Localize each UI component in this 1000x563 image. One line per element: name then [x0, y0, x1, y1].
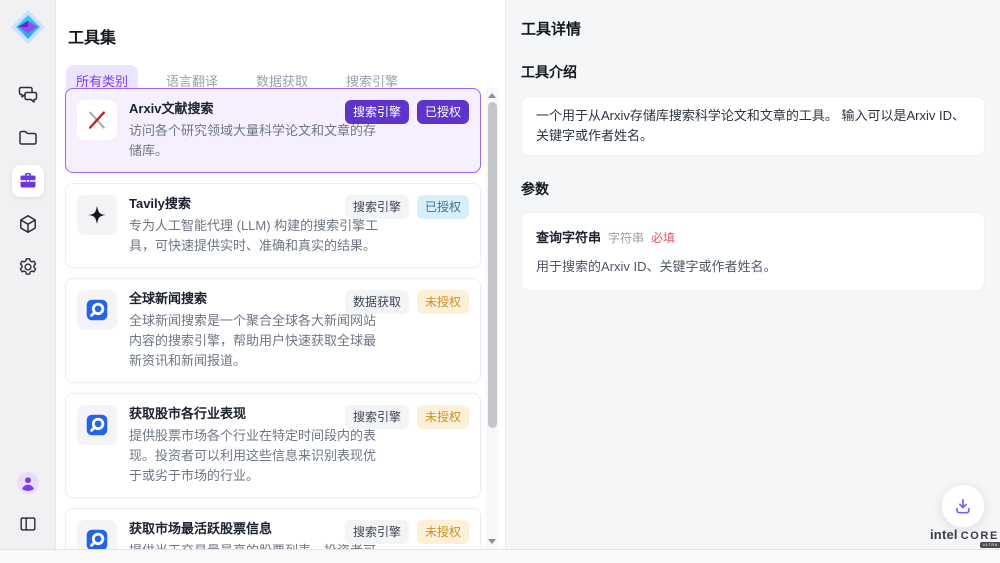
category-badge: 搜索引擎 — [345, 195, 409, 219]
auth-status-badge: 已授权 — [417, 100, 469, 124]
gear-icon — [17, 256, 39, 278]
param-name: 查询字符串 — [536, 227, 601, 246]
tool-list-panel: 工具集 所有类别 语言翻译 数据获取 搜索引擎 Arxiv文献搜索 访问各个研究… — [56, 0, 505, 549]
intel-core-logo: intel CORE ULTRA — [930, 527, 999, 542]
category-badge: 数据获取 — [345, 290, 409, 314]
folder-icon — [17, 127, 39, 149]
sidebar-item-tools[interactable] — [12, 165, 44, 197]
download-icon — [952, 495, 974, 517]
auth-status-badge: 已授权 — [417, 195, 469, 219]
sidebar-item-files[interactable] — [12, 122, 44, 154]
scroll-up-arrow[interactable] — [488, 93, 496, 98]
param-required-flag: 必填 — [651, 229, 675, 246]
intel-brand-text: intel — [930, 527, 958, 542]
scroll-down-arrow[interactable] — [488, 539, 496, 544]
cube-icon — [17, 213, 39, 235]
category-badge: 搜索引擎 — [345, 405, 409, 429]
intro-card: 一个用于从Arxiv存储库搜索科学论文和文章的工具。 输入可以是Arxiv ID… — [521, 96, 985, 156]
arxiv-logo-icon — [77, 100, 117, 140]
app-logo-icon — [9, 8, 47, 46]
tool-card-global-news[interactable]: 全球新闻搜索 全球新闻搜索是一个聚合全球各大新闻网站内容的搜索引擎，帮助用户快速… — [65, 278, 481, 383]
sidebar-item-models[interactable] — [12, 208, 44, 240]
auth-status-badge: 未授权 — [417, 405, 469, 429]
sidebar — [0, 0, 56, 549]
toolbox-icon — [17, 170, 39, 192]
sidebar-item-settings[interactable] — [12, 251, 44, 283]
page-title: 工具集 — [56, 0, 505, 48]
collapse-panel-button[interactable] — [12, 508, 44, 540]
user-icon — [16, 471, 40, 495]
scrollbar-thumb[interactable] — [488, 102, 497, 428]
tool-card-sector-performance[interactable]: 获取股市各行业表现 提供股票市场各个行业在特定时间段内的表现。投资者可以利用这些… — [65, 393, 481, 498]
auth-status-badge: 未授权 — [417, 290, 469, 314]
detail-title: 工具详情 — [521, 18, 985, 39]
tool-description: 专为人工智能代理 (LLM) 构建的搜索引擎工具，可快速提供实时、准确和真实的结… — [129, 216, 385, 256]
tool-description: 访问各个研究领域大量科学论文和文章的存储库。 — [129, 121, 385, 161]
list-scrollbar[interactable] — [486, 88, 498, 549]
sidebar-item-chat[interactable] — [12, 79, 44, 111]
tool-card-arxiv[interactable]: Arxiv文献搜索 访问各个研究领域大量科学论文和文章的存储库。 搜索引擎 已授… — [65, 88, 481, 173]
tool-description: 提供股票市场各个行业在特定时间段内的表现。投资者可以利用这些信息来识别表现优于或… — [129, 426, 385, 486]
auth-status-badge: 未授权 — [417, 520, 469, 544]
param-type: 字符串 — [608, 229, 644, 246]
intro-heading: 工具介绍 — [521, 62, 985, 82]
tool-card-tavily[interactable]: Tavily搜索 专为人工智能代理 (LLM) 构建的搜索引擎工具，可快速提供实… — [65, 183, 481, 268]
intel-ultra-badge: ULTRA — [980, 542, 1000, 548]
tavily-sparkle-icon — [77, 195, 117, 235]
core-brand-text: CORE — [961, 530, 999, 542]
tool-card-list: Arxiv文献搜索 访问各个研究领域大量科学论文和文章的存储库。 搜索引擎 已授… — [65, 88, 481, 549]
category-badge: 搜索引擎 — [345, 100, 409, 124]
blue-search-logo-icon — [77, 405, 117, 445]
chat-icon — [17, 84, 39, 106]
tool-detail-panel: 工具详情 工具介绍 一个用于从Arxiv存储库搜索科学论文和文章的工具。 输入可… — [505, 0, 1000, 549]
params-heading: 参数 — [521, 179, 985, 199]
user-avatar[interactable] — [12, 467, 44, 499]
sidebar-bottom — [12, 467, 44, 540]
tool-description: 全球新闻搜索是一个聚合全球各大新闻网站内容的搜索引擎，帮助用户快速获取全球最新资… — [129, 311, 385, 371]
tool-card-most-active-stocks[interactable]: 获取市场最活跃股票信息 提供当天交易量最高的股票列表，投资者可以利用这些信息来识… — [65, 508, 481, 549]
panel-layout-icon — [18, 514, 38, 534]
blue-search-logo-icon — [77, 290, 117, 330]
window-bottom-strip — [0, 549, 1000, 563]
param-card: 查询字符串 字符串 必填 用于搜索的Arxiv ID、关键字或作者姓名。 — [521, 212, 985, 291]
sidebar-nav — [12, 79, 44, 283]
download-button[interactable] — [941, 484, 985, 528]
param-description: 用于搜索的Arxiv ID、关键字或作者姓名。 — [536, 256, 970, 275]
blue-search-logo-icon — [77, 520, 117, 549]
category-badge: 搜索引擎 — [345, 520, 409, 544]
